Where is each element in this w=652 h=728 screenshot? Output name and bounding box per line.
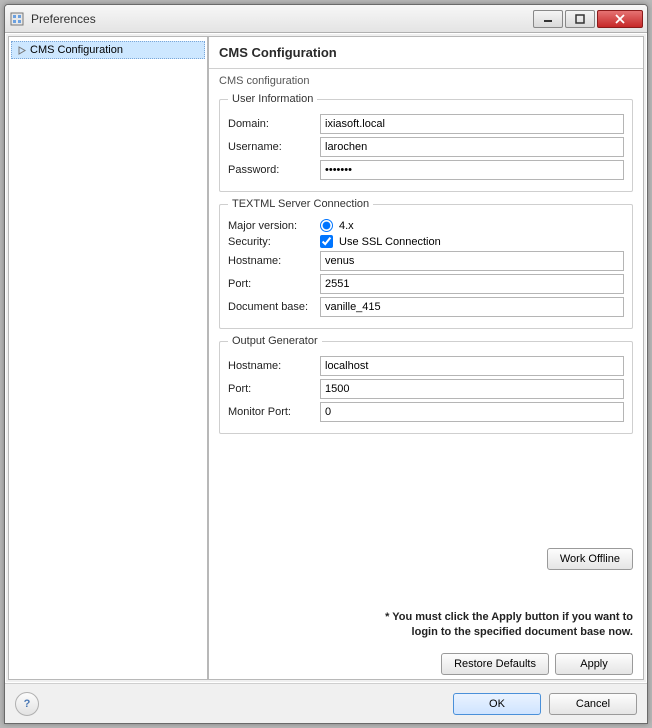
- user-information-group: User Information Domain: Username: Passw…: [219, 93, 633, 192]
- docbase-input[interactable]: [320, 297, 624, 317]
- work-offline-button[interactable]: Work Offline: [547, 548, 633, 570]
- section-label: CMS configuration: [219, 75, 633, 87]
- monitor-port-label: Monitor Port:: [228, 406, 320, 418]
- textml-port-label: Port:: [228, 278, 320, 290]
- major-version-4x-label: 4.x: [339, 220, 354, 232]
- password-label: Password:: [228, 164, 320, 176]
- window-buttons: [531, 10, 643, 28]
- output-hostname-input[interactable]: [320, 356, 624, 376]
- window-icon: [9, 11, 25, 27]
- minimize-button[interactable]: [533, 10, 563, 28]
- output-legend: Output Generator: [228, 335, 322, 347]
- password-input[interactable]: [320, 160, 624, 180]
- output-port-input[interactable]: [320, 379, 624, 399]
- ssl-label: Use SSL Connection: [339, 236, 441, 248]
- category-tree[interactable]: CMS Configuration: [8, 36, 208, 680]
- page-title: CMS Configuration: [219, 45, 633, 60]
- textml-connection-group: TEXTML Server Connection Major version: …: [219, 198, 633, 329]
- apply-note: * You must click the Apply button if you…: [219, 610, 633, 639]
- textml-hostname-input[interactable]: [320, 251, 624, 271]
- output-port-label: Port:: [228, 383, 320, 395]
- dialog-button-bar: ? OK Cancel: [5, 683, 647, 723]
- help-button[interactable]: ?: [15, 692, 39, 716]
- cancel-button[interactable]: Cancel: [549, 693, 637, 715]
- client-area: CMS Configuration CMS Configuration CMS …: [5, 33, 647, 723]
- textml-hostname-label: Hostname:: [228, 255, 320, 267]
- username-input[interactable]: [320, 137, 624, 157]
- content-pane: CMS Configuration CMS configuration User…: [208, 36, 644, 680]
- restore-defaults-button[interactable]: Restore Defaults: [441, 653, 549, 675]
- tree-item-label: CMS Configuration: [30, 44, 123, 56]
- titlebar[interactable]: Preferences: [5, 5, 647, 33]
- window-title: Preferences: [31, 12, 531, 26]
- output-generator-group: Output Generator Hostname: Port: Monitor…: [219, 335, 633, 434]
- form-body: CMS configuration User Information Domai…: [209, 69, 643, 679]
- textml-port-input[interactable]: [320, 274, 624, 294]
- docbase-label: Document base:: [228, 301, 320, 313]
- security-label: Security:: [228, 236, 320, 248]
- domain-label: Domain:: [228, 118, 320, 130]
- major-version-4x-radio[interactable]: [320, 219, 333, 232]
- tree-item-cms-configuration[interactable]: CMS Configuration: [11, 41, 205, 59]
- monitor-port-input[interactable]: [320, 402, 624, 422]
- preferences-window: Preferences CMS Configuration CMS Config…: [4, 4, 648, 724]
- output-hostname-label: Hostname:: [228, 360, 320, 372]
- ok-button[interactable]: OK: [453, 693, 541, 715]
- ssl-checkbox[interactable]: [320, 235, 333, 248]
- major-version-label: Major version:: [228, 220, 320, 232]
- user-information-legend: User Information: [228, 93, 317, 105]
- maximize-button[interactable]: [565, 10, 595, 28]
- domain-input[interactable]: [320, 114, 624, 134]
- expand-icon[interactable]: [16, 44, 28, 56]
- textml-legend: TEXTML Server Connection: [228, 198, 373, 210]
- split: CMS Configuration CMS Configuration CMS …: [5, 33, 647, 683]
- apply-button[interactable]: Apply: [555, 653, 633, 675]
- username-label: Username:: [228, 141, 320, 153]
- close-button[interactable]: [597, 10, 643, 28]
